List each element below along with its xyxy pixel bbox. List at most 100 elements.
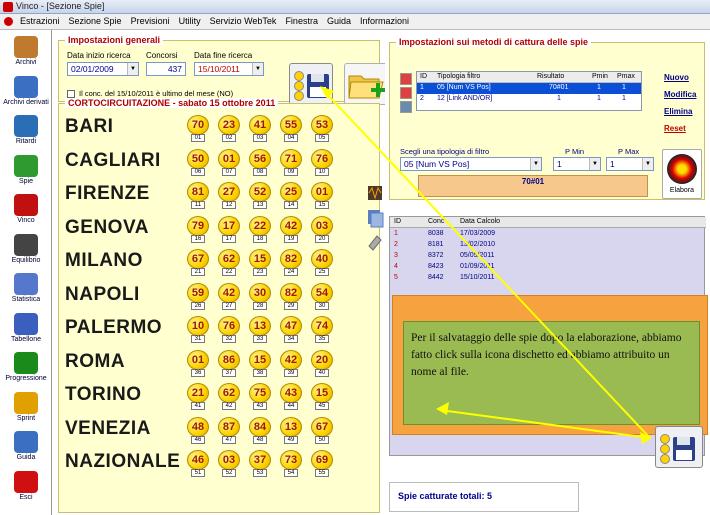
sidebar-item-sprint[interactable]: Sprint xyxy=(0,390,52,428)
number-ball[interactable]: 87 47 xyxy=(218,416,240,445)
number-ball[interactable]: 76 32 xyxy=(218,316,240,344)
number-ball[interactable]: 03 20 xyxy=(311,215,333,244)
capture-row[interactable]: 2 8181 13/02/2010 xyxy=(390,240,706,251)
number-ball[interactable]: 56 08 xyxy=(249,148,271,177)
number-ball[interactable]: 75 43 xyxy=(249,383,271,411)
elabora-button[interactable]: Elabora xyxy=(662,149,702,199)
number-ball[interactable]: 01 07 xyxy=(218,148,240,177)
number-ball[interactable]: 74 35 xyxy=(311,316,333,344)
number-ball[interactable]: 71 09 xyxy=(280,148,302,177)
number-ball[interactable]: 84 48 xyxy=(249,416,271,445)
small-save-icon[interactable] xyxy=(655,426,703,468)
menu-sezione-spie[interactable]: Sezione Spie xyxy=(69,16,122,26)
number-ball[interactable]: 13 33 xyxy=(249,316,271,344)
number-ball[interactable]: 42 19 xyxy=(280,215,302,244)
capture-row[interactable]: 4 8423 01/09/2011 xyxy=(390,262,706,273)
number-ball[interactable]: 48 46 xyxy=(187,416,209,445)
move-up-icon[interactable] xyxy=(400,73,412,85)
sidebar-item-archivi[interactable]: Archivi xyxy=(0,34,52,72)
sidebar-item-tabellone[interactable]: Tabellone xyxy=(0,311,52,349)
chevron-down-icon[interactable]: ▼ xyxy=(642,158,653,170)
number-ball[interactable]: 67 21 xyxy=(187,249,209,277)
chevron-down-icon[interactable]: ▼ xyxy=(127,63,138,75)
number-ball[interactable]: 70 01 xyxy=(187,115,209,143)
number-ball[interactable]: 10 31 xyxy=(187,316,209,344)
number-ball[interactable]: 81 11 xyxy=(187,182,209,210)
menu-utility[interactable]: Utility xyxy=(179,16,201,26)
menu-estrazioni[interactable]: Estrazioni xyxy=(20,16,60,26)
menu-guida[interactable]: Guida xyxy=(327,16,351,26)
number-ball[interactable]: 54 30 xyxy=(311,282,333,311)
number-ball[interactable]: 41 03 xyxy=(249,115,271,143)
move-down-icon[interactable] xyxy=(400,87,412,99)
end-date-field[interactable]: 15/10/2011 ▼ xyxy=(194,62,264,76)
sidebar-item-statistica[interactable]: Statistica xyxy=(0,271,52,309)
number-ball[interactable]: 53 05 xyxy=(311,115,333,143)
chevron-down-icon[interactable]: ▼ xyxy=(589,158,600,170)
capture-row[interactable]: 5 8442 15/10/2011 xyxy=(390,273,706,284)
sidebar-item-archivi-derivati[interactable]: Archivi derivati xyxy=(0,74,52,112)
number-ball[interactable]: 37 53 xyxy=(249,450,271,478)
sidebar-item-spie[interactable]: Spie xyxy=(0,153,52,191)
menu-servizio-webtek[interactable]: Servizio WebTek xyxy=(210,16,277,26)
number-ball[interactable]: 82 24 xyxy=(280,249,302,277)
number-ball[interactable]: 67 50 xyxy=(311,416,333,445)
number-ball[interactable]: 62 22 xyxy=(218,249,240,277)
capture-row[interactable]: 3 8372 05/05/2011 xyxy=(390,251,706,262)
number-ball[interactable]: 27 12 xyxy=(218,182,240,210)
number-ball[interactable]: 79 16 xyxy=(187,215,209,244)
menu-previsioni[interactable]: Previsioni xyxy=(131,16,170,26)
chevron-down-icon[interactable]: ▼ xyxy=(252,63,263,75)
print-icon[interactable] xyxy=(400,101,412,113)
number-ball[interactable]: 47 34 xyxy=(280,316,302,344)
number-ball[interactable]: 13 49 xyxy=(280,416,302,445)
number-ball[interactable]: 86 37 xyxy=(218,349,240,378)
number-ball[interactable]: 46 51 xyxy=(187,450,209,478)
number-ball[interactable]: 69 55 xyxy=(311,450,333,478)
number-ball[interactable]: 23 02 xyxy=(218,115,240,143)
number-ball[interactable]: 03 52 xyxy=(218,450,240,478)
number-ball[interactable]: 15 38 xyxy=(249,349,271,378)
concorsi-field[interactable]: 437 xyxy=(146,62,186,76)
number-ball[interactable]: 59 26 xyxy=(187,282,209,311)
sidebar-item-progressione[interactable]: Progressione xyxy=(0,350,52,388)
number-ball[interactable]: 42 27 xyxy=(218,282,240,311)
number-ball[interactable]: 21 41 xyxy=(187,383,209,411)
save-spie-button[interactable] xyxy=(289,63,333,105)
menu-finestra[interactable]: Finestra xyxy=(285,16,318,26)
number-ball[interactable]: 40 25 xyxy=(311,249,333,277)
pmin-select[interactable]: 1 ▼ xyxy=(553,157,601,171)
filter-row[interactable]: 1 05 [Num VS Pos] 70#01 1 1 xyxy=(417,83,641,94)
number-ball[interactable]: 17 17 xyxy=(218,215,240,244)
number-ball[interactable]: 25 14 xyxy=(280,182,302,210)
menu-app-icon[interactable] xyxy=(4,17,13,26)
elimina-link[interactable]: Elimina xyxy=(664,107,692,116)
number-ball[interactable]: 22 18 xyxy=(249,215,271,244)
sidebar-item-esci[interactable]: Esci xyxy=(0,469,52,507)
number-ball[interactable]: 76 10 xyxy=(311,148,333,177)
method-select[interactable]: 05 [Num VS Pos] ▼ xyxy=(400,157,542,171)
last-of-month-checkbox[interactable] xyxy=(67,90,75,98)
chevron-down-icon[interactable]: ▼ xyxy=(530,158,541,170)
start-date-field[interactable]: 02/01/2009 ▼ xyxy=(67,62,139,76)
number-ball[interactable]: 82 29 xyxy=(280,282,302,311)
number-ball[interactable]: 30 28 xyxy=(249,282,271,311)
sidebar-item-ritardi[interactable]: Ritardi xyxy=(0,113,52,151)
number-ball[interactable]: 62 42 xyxy=(218,383,240,411)
number-ball[interactable]: 20 40 xyxy=(311,349,333,378)
sidebar-item-equilibrio[interactable]: Equilibrio xyxy=(0,232,52,270)
open-folder-button[interactable] xyxy=(344,63,388,105)
number-ball[interactable]: 15 45 xyxy=(311,383,333,411)
capture-row[interactable]: 1 8038 17/03/2009 xyxy=(390,229,706,240)
sidebar-item-guida[interactable]: Guida xyxy=(0,429,52,467)
number-ball[interactable]: 50 06 xyxy=(187,148,209,177)
filter-row[interactable]: 2 12 [Link AND/OR] 1 1 1 xyxy=(417,94,641,105)
modifica-link[interactable]: Modifica xyxy=(664,90,696,99)
number-ball[interactable]: 42 39 xyxy=(280,349,302,378)
sidebar-item-vinco[interactable]: Vinco xyxy=(0,192,52,230)
number-ball[interactable]: 73 54 xyxy=(280,450,302,478)
number-ball[interactable]: 15 23 xyxy=(249,249,271,277)
pmax-select[interactable]: 1 ▼ xyxy=(606,157,654,171)
reset-link[interactable]: Reset xyxy=(664,124,686,133)
number-ball[interactable]: 01 15 xyxy=(311,182,333,210)
